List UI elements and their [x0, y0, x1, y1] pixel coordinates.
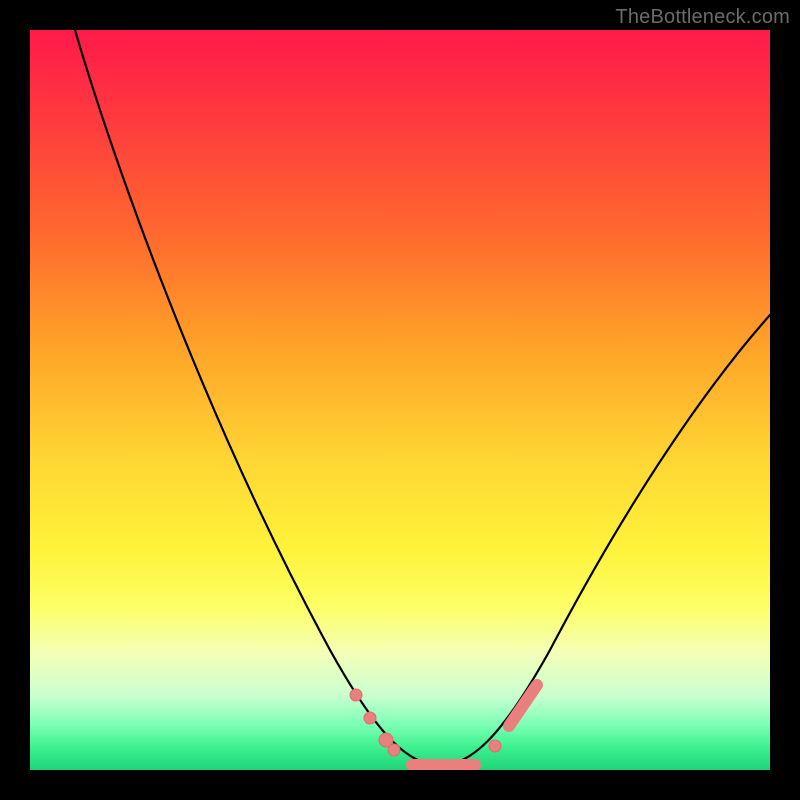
main-curve	[75, 30, 770, 765]
curve-svg	[30, 30, 770, 770]
highlight-segment-1	[509, 685, 537, 726]
chart-stage: TheBottleneck.com	[0, 0, 800, 800]
highlight-point-3	[388, 744, 400, 756]
highlight-point-1	[364, 712, 376, 724]
plot-area	[30, 30, 770, 770]
highlight-point-0	[350, 689, 362, 701]
watermark-text: TheBottleneck.com	[615, 6, 790, 29]
highlight-point-4	[489, 740, 501, 752]
